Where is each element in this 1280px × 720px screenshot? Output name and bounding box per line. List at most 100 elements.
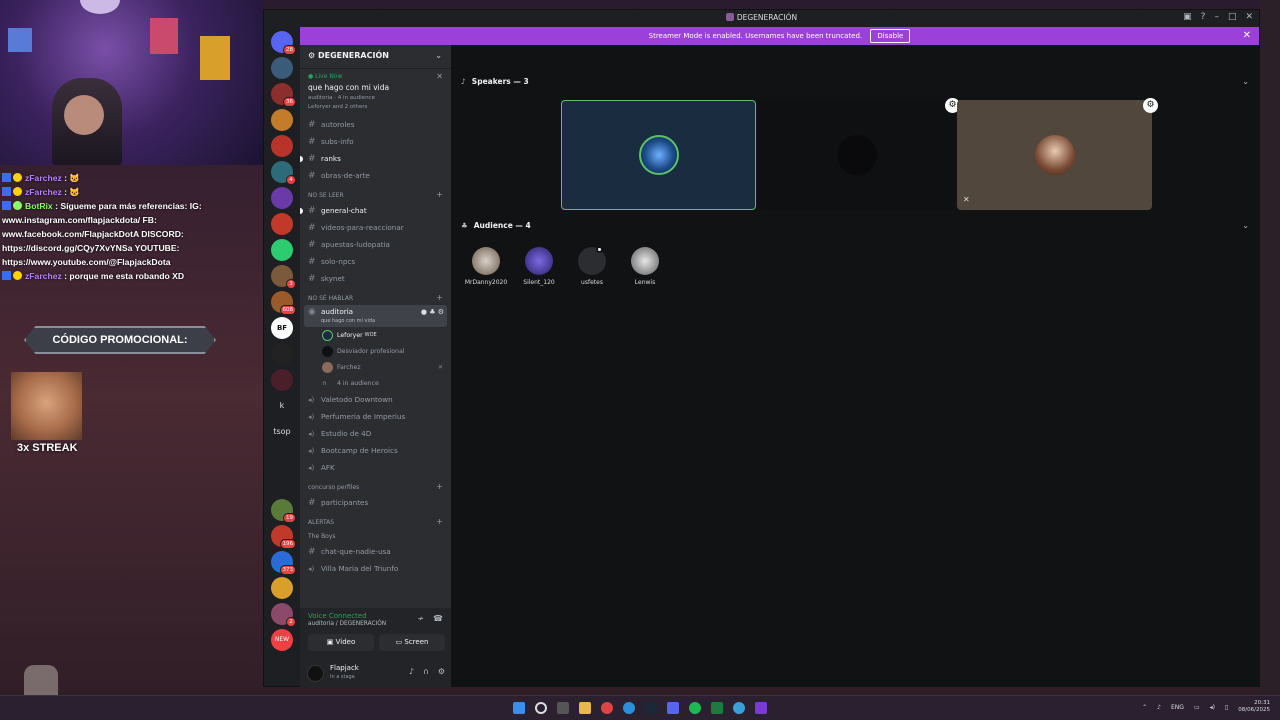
edge-icon[interactable] <box>623 702 635 714</box>
video-button[interactable]: ▣ Video <box>308 634 374 651</box>
battery-icon[interactable]: ▯ <box>1225 704 1228 711</box>
audience-member[interactable]: MrDanny2020 <box>461 247 511 286</box>
server-icon[interactable] <box>271 577 293 599</box>
audience-member[interactable]: Silent_120 <box>514 247 564 286</box>
channel-solo-npcs[interactable]: # solo-npcs <box>300 253 451 270</box>
voice-channel[interactable]: ◂) Valetodo Downtown <box>300 391 451 408</box>
spotify-icon[interactable] <box>689 702 701 714</box>
server-icon[interactable]: 4 <box>271 161 296 185</box>
channel-skynet[interactable]: # skynet <box>300 270 451 287</box>
maximize-icon[interactable]: □ <box>1228 12 1237 22</box>
voice-channel[interactable]: ◂) Perfumeria de Imperius <box>300 408 451 425</box>
server-header[interactable]: ⚙ DEGENERACIÓN ⌄ <box>300 45 451 69</box>
steam-icon[interactable] <box>645 702 657 714</box>
channel-participantes[interactable]: # participantes <box>300 494 451 511</box>
channel-obras-de-arte[interactable]: # obras-de-arte <box>300 167 451 184</box>
server-icon[interactable]: 3 <box>271 265 296 289</box>
server-icon[interactable]: 19 <box>271 499 296 523</box>
screen-share-button[interactable]: ▭ Screen <box>379 634 445 651</box>
clock[interactable]: 20:31 08/06/2025 <box>1238 700 1270 714</box>
category-alertas[interactable]: ALERTAS + <box>300 511 451 529</box>
server-icon[interactable]: 2 <box>271 603 296 627</box>
server-icon[interactable]: 373 <box>271 551 296 575</box>
channel-controls-icon[interactable]: ● ♣ ⚙ <box>421 308 444 316</box>
file-explorer-icon[interactable] <box>579 702 591 714</box>
inbox-icon[interactable]: ▣ <box>1183 12 1192 22</box>
server-icon[interactable] <box>271 135 293 157</box>
server-icon[interactable] <box>271 109 293 131</box>
channel-general-chat[interactable]: # general-chat <box>300 202 451 219</box>
chevron-up-icon[interactable]: ⌃ <box>1142 704 1147 711</box>
server-icon[interactable] <box>271 187 293 209</box>
stage-member[interactable]: Farchez ✕ <box>300 359 451 375</box>
channel-videos[interactable]: # videos-para-reaccionar <box>300 219 451 236</box>
server-icon[interactable] <box>271 369 293 391</box>
speaker-tile[interactable]: ⚙ ✕ <box>957 98 1158 210</box>
stage-member[interactable]: Leforyer WOE <box>300 327 451 343</box>
server-icon[interactable] <box>271 239 293 261</box>
close-icon[interactable]: ✕ <box>1245 12 1253 22</box>
server-icon-bf[interactable]: BF <box>271 317 293 339</box>
chrome-icon[interactable] <box>601 702 613 714</box>
stage-member[interactable]: Desviador profesional <box>300 343 451 359</box>
excel-icon[interactable] <box>711 702 723 714</box>
headphones-icon[interactable]: ∩ <box>423 667 429 676</box>
minimize-icon[interactable]: – <box>1214 12 1219 22</box>
plus-icon[interactable]: + <box>436 482 443 491</box>
server-icon[interactable] <box>271 343 293 365</box>
disconnect-icon[interactable]: ☎ <box>433 614 443 623</box>
channel-subs-info[interactable]: # subs-info <box>300 133 451 150</box>
server-icon[interactable]: 196 <box>271 525 296 549</box>
server-icon[interactable]: 608 <box>271 291 296 315</box>
network-icon[interactable]: ▭ <box>1194 704 1200 711</box>
search-icon[interactable] <box>535 702 547 714</box>
server-icon[interactable]: 36 <box>271 83 296 107</box>
category-the-boys[interactable]: The Boys <box>300 529 451 543</box>
server-icon[interactable] <box>271 473 293 495</box>
channel-chat-que-nadie-usa[interactable]: # chat-que-nadie-usa <box>300 543 451 560</box>
new-badge[interactable]: NEW <box>271 629 293 651</box>
microphone-icon[interactable]: ♪ <box>1157 704 1161 711</box>
close-icon[interactable]: ✕ <box>436 72 443 81</box>
live-stage-card[interactable]: ● Live Now que hago con mi vida auditori… <box>300 69 451 112</box>
voice-channel[interactable]: ◂) AFK <box>300 459 451 476</box>
voice-channel[interactable]: ◂) Estudio de 4D <box>300 425 451 442</box>
category-no-se-hablar[interactable]: NO SÉ HABLAR + <box>300 287 451 305</box>
discord-icon[interactable] <box>667 702 679 714</box>
voice-channel[interactable]: ◂) Villa Maria del Triunfo <box>300 560 451 577</box>
audience-member[interactable]: Lenwis <box>620 247 670 286</box>
close-notice-icon[interactable]: ✕ <box>1243 27 1251 45</box>
audience-count[interactable]: ∩ 4 in audience <box>300 375 451 391</box>
server-icon[interactable] <box>271 447 293 469</box>
task-view-icon[interactable] <box>557 702 569 714</box>
channel-autoroles[interactable]: # autoroles <box>300 116 451 133</box>
app-icon[interactable] <box>755 702 767 714</box>
browser-icon[interactable] <box>733 702 745 714</box>
windows-start-icon[interactable] <box>513 702 525 714</box>
category-concurso-perfiles[interactable]: concurso perfiles + <box>300 476 451 494</box>
channel-apuestas[interactable]: # apuestas-ludopatia <box>300 236 451 253</box>
server-icon[interactable] <box>271 213 293 235</box>
lang-indicator[interactable]: ENG <box>1171 704 1184 711</box>
disable-button[interactable]: Disable <box>870 29 911 43</box>
speaker-tile[interactable]: ⚙ <box>759 98 960 210</box>
microphone-icon[interactable]: ♪ <box>409 667 414 676</box>
plus-icon[interactable]: + <box>436 517 443 526</box>
plus-icon[interactable]: + <box>436 190 443 199</box>
plus-icon[interactable]: + <box>436 293 443 302</box>
category-no-se-leer[interactable]: NO SE LEER + <box>300 184 451 202</box>
settings-gear-icon[interactable]: ⚙ <box>438 667 445 676</box>
noise-suppression-icon[interactable]: ≁ <box>417 614 424 623</box>
server-icon[interactable] <box>271 57 293 79</box>
options-icon[interactable]: ⚙ <box>1143 98 1158 113</box>
audience-member[interactable]: usfetes <box>567 246 617 286</box>
speaker-tile[interactable] <box>561 100 756 210</box>
server-icon-k[interactable]: k <box>271 395 293 417</box>
server-icon[interactable]: 28 <box>271 31 296 55</box>
server-icon-tsop[interactable]: tsop <box>271 421 293 443</box>
chevron-down-icon[interactable]: ⌄ <box>1242 221 1249 230</box>
voice-channel[interactable]: ◂) Bootcamp de Heroics <box>300 442 451 459</box>
chevron-down-icon[interactable]: ⌄ <box>1242 77 1249 86</box>
channel-auditoria[interactable]: ◉ auditoria que hago con mi vida ● ♣ ⚙ <box>304 305 447 327</box>
help-icon[interactable]: ? <box>1201 12 1206 22</box>
